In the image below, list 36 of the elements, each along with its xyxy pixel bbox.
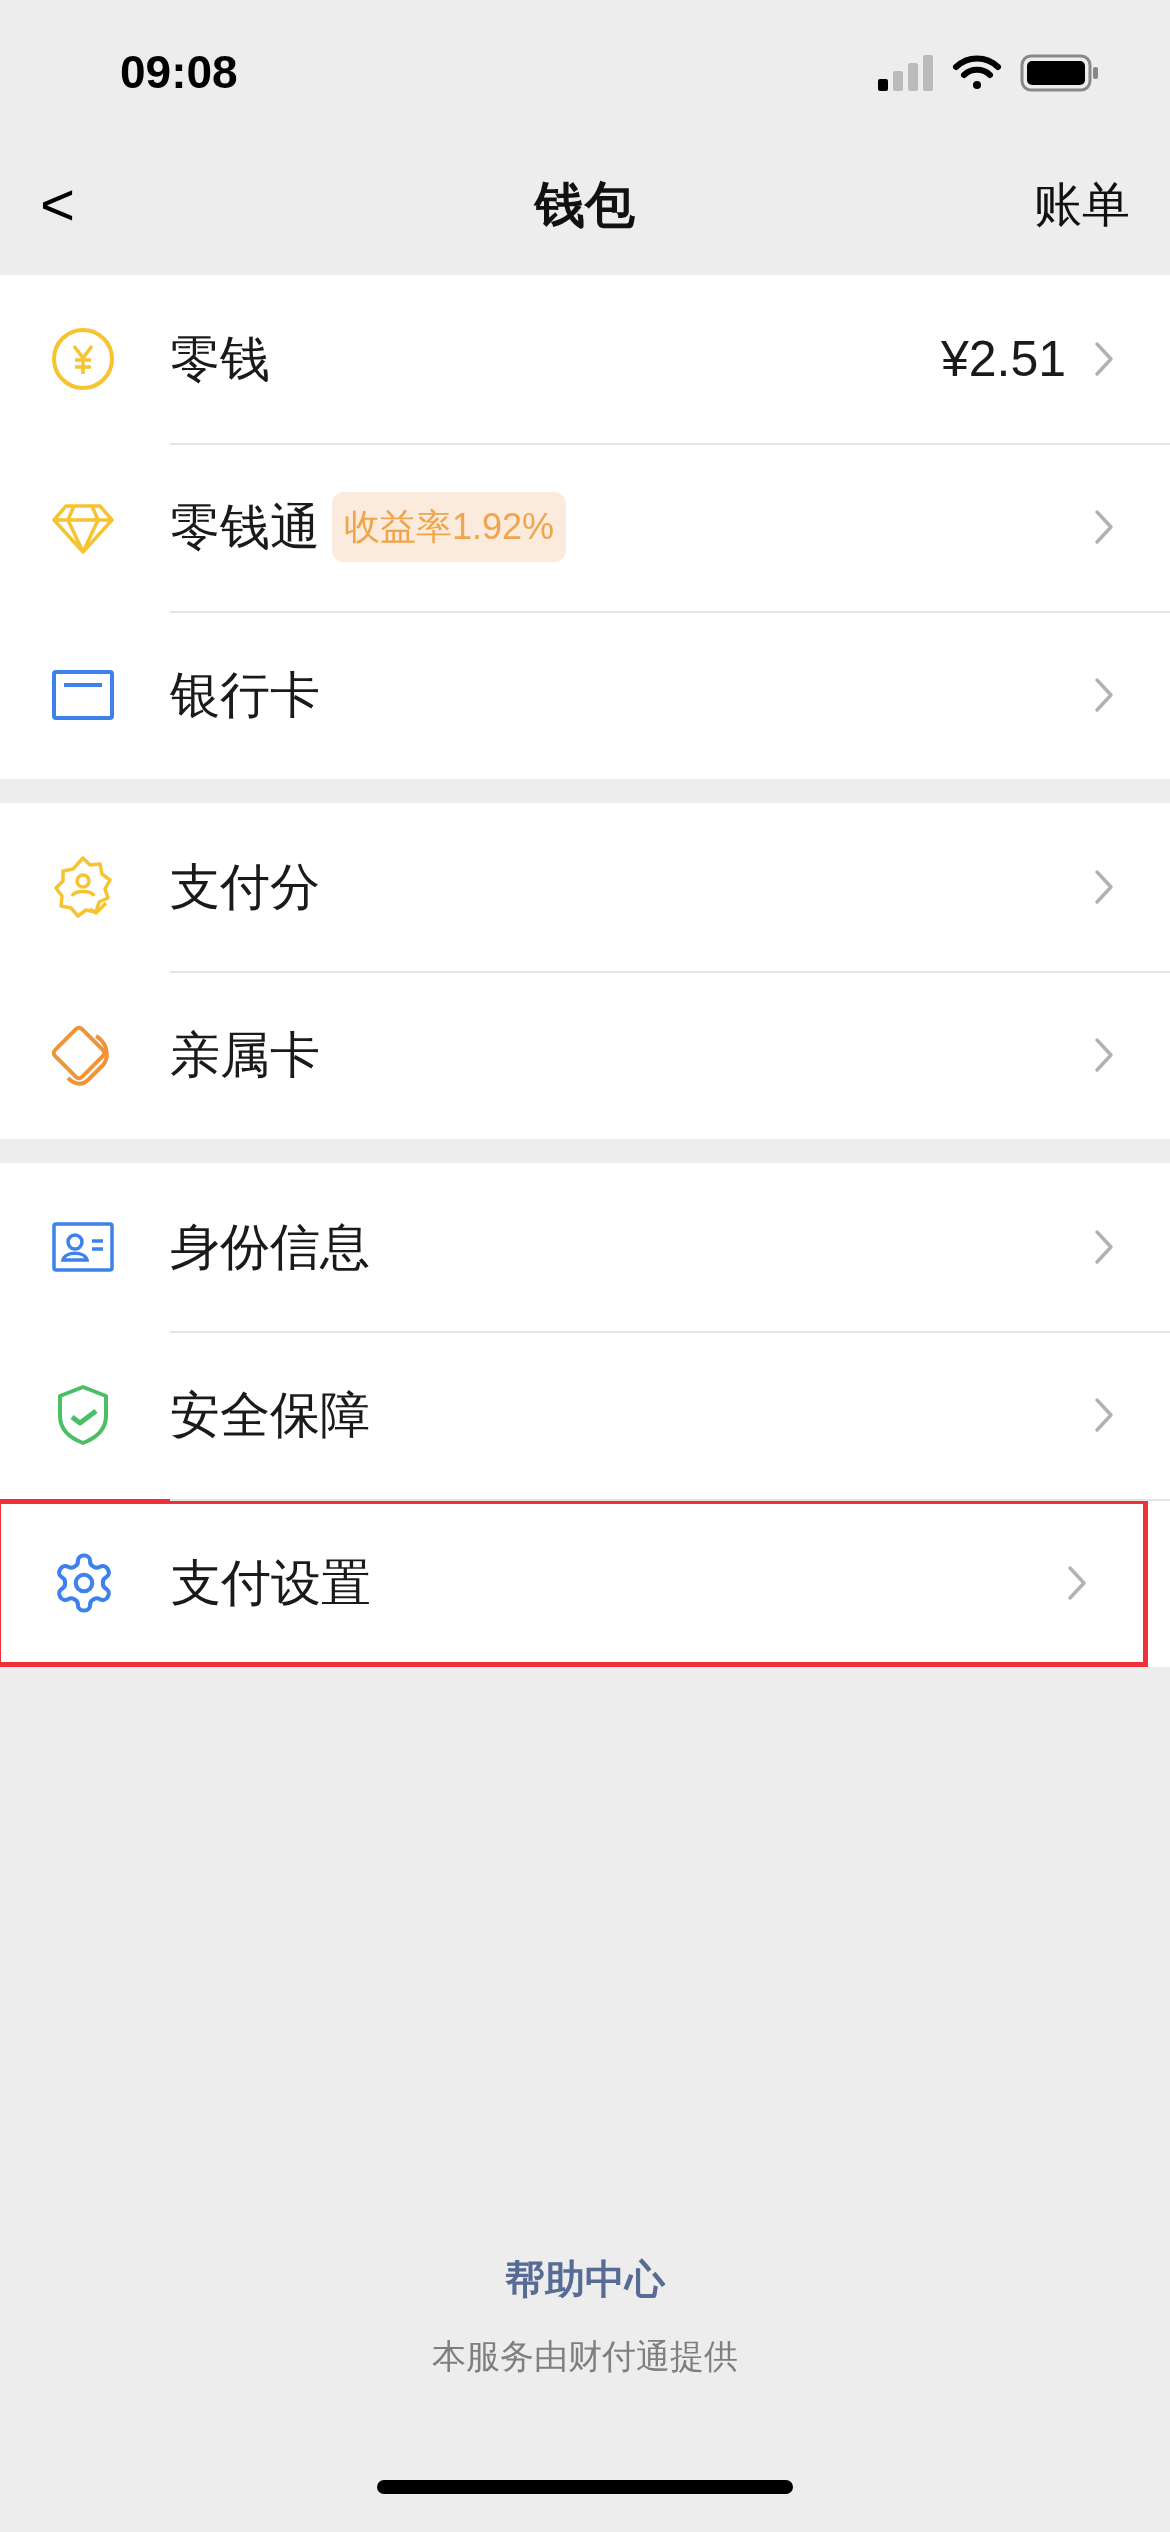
item-label: 零钱 <box>170 329 270 389</box>
page-title: 钱包 <box>535 175 635 235</box>
status-time: 09:08 <box>120 45 238 100</box>
balance-amount: ¥2.51 <box>940 329 1066 389</box>
item-label: 安全保障 <box>170 1385 370 1445</box>
menu-item[interactable]: 零钱 ¥2.51 <box>0 275 1170 443</box>
menu-item[interactable]: 支付分 <box>0 803 1170 971</box>
signal-icon <box>878 54 934 91</box>
yen-coin-icon <box>50 326 116 392</box>
provider-note: 本服务由财付通提供 <box>432 2336 738 2377</box>
menu-item[interactable]: 安全保障 <box>0 1331 1170 1499</box>
menu-item[interactable]: 零钱通 收益率1.92% <box>0 443 1170 611</box>
chevron-right-icon <box>1094 677 1114 713</box>
chevron-right-icon <box>1094 509 1114 545</box>
chevron-right-icon <box>1094 1229 1114 1265</box>
wifi-icon <box>952 54 1002 91</box>
menu-item[interactable]: 银行卡 <box>0 611 1170 779</box>
bill-link[interactable]: 账单 <box>1034 169 1130 241</box>
battery-icon <box>1020 53 1100 92</box>
chevron-right-icon <box>1094 341 1114 377</box>
item-label: 支付设置 <box>171 1553 371 1613</box>
yield-badge: 收益率1.92% <box>332 492 567 562</box>
chevron-right-icon <box>1094 869 1114 905</box>
item-label: 零钱通 <box>170 497 320 557</box>
chevron-right-icon <box>1094 1397 1114 1433</box>
menu-item[interactable]: 身份信息 <box>0 1163 1170 1331</box>
back-button[interactable]: < <box>40 175 76 235</box>
chevron-right-icon <box>1094 1037 1114 1073</box>
item-label: 亲属卡 <box>170 1025 320 1085</box>
help-center-link[interactable]: 帮助中心 <box>505 2249 665 2309</box>
menu-item[interactable]: 亲属卡 <box>0 971 1170 1139</box>
item-label: 银行卡 <box>170 665 320 725</box>
chevron-right-icon <box>1067 1565 1087 1601</box>
item-label: 支付分 <box>170 857 320 917</box>
item-label: 身份信息 <box>170 1217 370 1277</box>
menu-item[interactable]: 支付设置 <box>0 1499 1148 1667</box>
